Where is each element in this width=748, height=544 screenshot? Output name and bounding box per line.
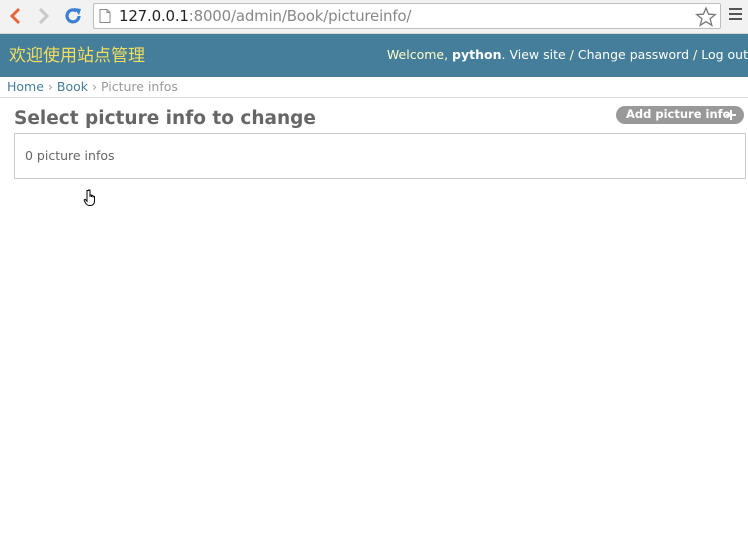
add-button-label: Add picture info bbox=[626, 107, 731, 121]
add-picture-info-button[interactable]: Add picture info bbox=[616, 106, 744, 124]
browser-toolbar: 127.0.0.1:8000/admin/Book/pictureinfo/ bbox=[0, 0, 748, 34]
username: python bbox=[452, 47, 502, 62]
changelist: 0 picture infos bbox=[14, 133, 746, 179]
breadcrumb: Home › Book › Picture infos bbox=[0, 77, 748, 98]
forward-button[interactable] bbox=[32, 4, 56, 28]
address-bar[interactable]: 127.0.0.1:8000/admin/Book/pictureinfo/ bbox=[93, 3, 721, 29]
breadcrumb-current: Picture infos bbox=[100, 79, 178, 94]
page-icon bbox=[99, 9, 111, 23]
page-title: Select picture info to change bbox=[14, 108, 316, 129]
breadcrumb-home-link[interactable]: Home bbox=[7, 79, 44, 94]
url-host: 127.0.0.1 bbox=[119, 7, 189, 25]
paginator: 0 picture infos bbox=[25, 148, 115, 163]
hand-cursor-icon bbox=[83, 189, 95, 206]
breadcrumb-separator: › bbox=[92, 79, 97, 94]
breadcrumb-separator: › bbox=[47, 79, 53, 94]
user-tools: Welcome, python. View site / Change pass… bbox=[386, 47, 748, 62]
url-path: :8000/admin/Book/pictureinfo/ bbox=[188, 7, 412, 25]
plus-icon bbox=[726, 110, 736, 120]
star-icon[interactable] bbox=[695, 6, 717, 28]
log-out-link[interactable]: Log out bbox=[701, 47, 748, 62]
separator: / bbox=[565, 47, 578, 62]
admin-header: 欢迎使用站点管理 Welcome, python. View site / Ch… bbox=[0, 34, 748, 77]
chevron-right-icon bbox=[38, 7, 50, 25]
chevron-left-icon bbox=[9, 7, 21, 25]
reload-button[interactable] bbox=[61, 4, 85, 28]
view-site-link[interactable]: View site bbox=[509, 47, 565, 62]
hamburger-menu-icon[interactable] bbox=[729, 8, 743, 22]
separator: / bbox=[689, 47, 702, 62]
reload-icon bbox=[65, 8, 81, 24]
change-password-link[interactable]: Change password bbox=[578, 47, 689, 62]
site-title[interactable]: 欢迎使用站点管理 bbox=[9, 45, 145, 67]
breadcrumb-book-link[interactable]: Book bbox=[57, 79, 88, 94]
back-button[interactable] bbox=[3, 4, 27, 28]
url-text: 127.0.0.1:8000/admin/Book/pictureinfo/ bbox=[119, 7, 411, 25]
welcome-text: Welcome, bbox=[386, 47, 453, 62]
